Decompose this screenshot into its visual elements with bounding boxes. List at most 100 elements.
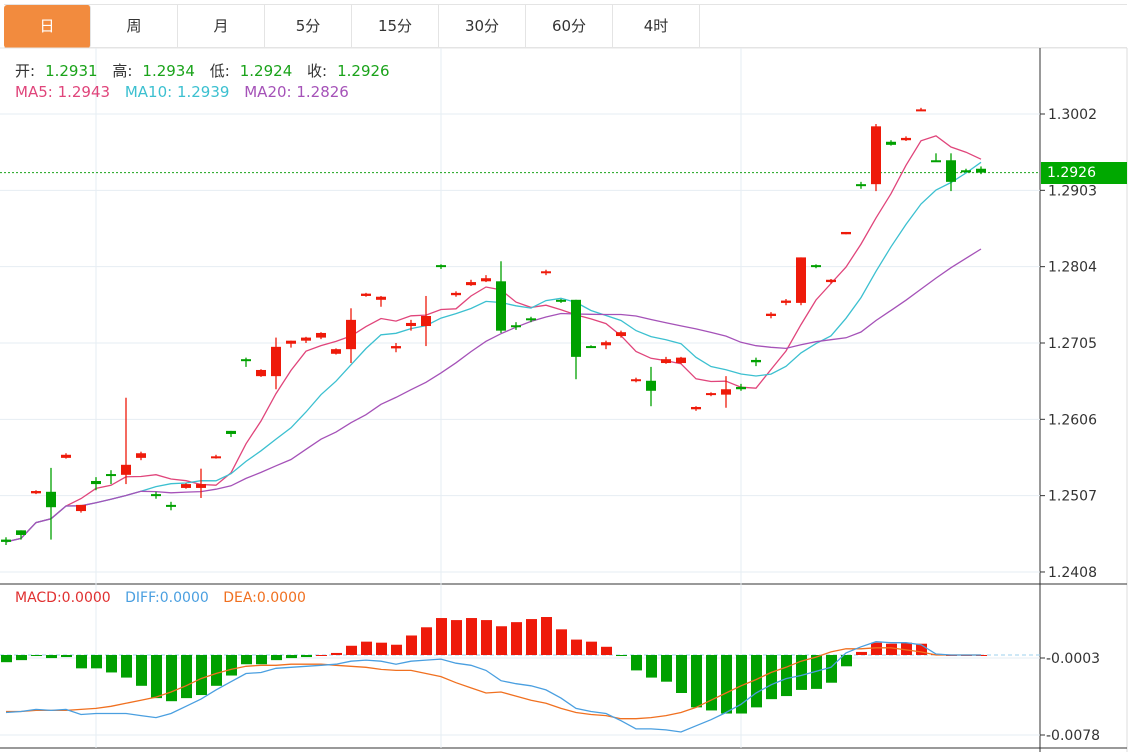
ma-legend: MA5: 1.2943 MA10: 1.2939 MA20: 1.2826 — [15, 83, 359, 101]
candle-body — [901, 137, 911, 141]
macd-bar — [301, 655, 312, 658]
macd-bar — [256, 655, 267, 665]
candle-body — [571, 299, 581, 357]
candle-body — [886, 141, 896, 145]
low-value: 1.2924 — [239, 62, 293, 80]
macd-bar — [451, 620, 462, 655]
candle-down — [241, 357, 251, 367]
macd-bar — [631, 655, 642, 671]
y-tick-label: 1.2507 — [1048, 489, 1097, 505]
candle-up — [916, 107, 926, 112]
candle-body — [586, 346, 596, 349]
candle-body — [121, 464, 131, 475]
candle-up — [286, 340, 296, 348]
macd-bar — [856, 651, 867, 655]
macd-bar — [376, 642, 387, 655]
low-label: 低: — [209, 62, 230, 80]
macd-bar — [601, 646, 612, 655]
candle-body — [871, 126, 881, 185]
candle-body — [331, 349, 341, 354]
macd-bar — [16, 655, 27, 661]
macd-bar — [121, 655, 132, 678]
macd-bar — [661, 655, 672, 682]
candle-up — [901, 136, 911, 141]
candle-body — [451, 292, 461, 296]
candle-up — [136, 451, 146, 461]
candle-down — [646, 366, 656, 407]
macd-bar — [481, 620, 492, 655]
candle-up — [346, 308, 356, 364]
diff-value: DIFF:0.0000 — [125, 590, 209, 606]
candle-up — [781, 299, 791, 306]
macd-bar — [886, 643, 897, 655]
candle-body — [916, 109, 926, 112]
high-label: 高: — [112, 62, 133, 80]
current-price-label: 1.2926 — [1041, 162, 1127, 184]
macd-bar — [91, 655, 102, 669]
macd-bar — [406, 635, 417, 655]
candle-body — [496, 281, 506, 331]
macd-bar — [361, 641, 372, 655]
candle-body — [151, 494, 161, 497]
candle-body — [661, 359, 671, 364]
macd-bar — [46, 655, 57, 659]
macd-bar — [721, 655, 732, 714]
macd-bar — [511, 622, 522, 655]
ma20-line — [5, 248, 982, 543]
macd-bar — [436, 618, 447, 655]
macd-bar — [271, 655, 282, 661]
candle-down — [526, 316, 536, 323]
close-label: 收: — [307, 62, 328, 80]
candle-body — [646, 380, 656, 391]
candle-up — [841, 231, 851, 235]
candle-up — [421, 295, 431, 347]
candle-down — [571, 299, 581, 380]
candle-down — [16, 530, 26, 540]
candle-down — [586, 345, 596, 349]
macd-bar — [331, 652, 342, 655]
macd-bar — [556, 629, 567, 655]
ohlc-legend: 开: 1.2931 高: 1.2934 低: 1.2924 收: 1.2926 — [15, 60, 400, 81]
candle-down — [226, 430, 236, 438]
candle-body — [526, 318, 536, 321]
candle-body — [301, 337, 311, 341]
candle-down — [931, 153, 941, 163]
candle-down — [886, 140, 896, 146]
candle-down — [166, 501, 176, 511]
candle-body — [61, 454, 71, 458]
candle-body — [136, 453, 146, 458]
y-tick-label: 1.2606 — [1048, 412, 1097, 428]
candle-body — [376, 296, 386, 300]
macd-bar — [226, 655, 237, 676]
candle-body — [766, 313, 776, 317]
candle-body — [436, 265, 446, 268]
candle-up — [391, 342, 401, 353]
candle-body — [481, 278, 491, 282]
candle-down — [736, 383, 746, 391]
candle-up — [691, 406, 701, 411]
candle-up — [481, 275, 491, 283]
macd-y-tick-label: -0.0003 — [1046, 651, 1100, 667]
ma10-line — [5, 161, 982, 543]
dea-value: DEA:0.0000 — [223, 590, 306, 606]
kline-chart[interactable]: 1.3002 1.2903 1.2804 1.2705 1.2606 1.2507 1.24… — [0, 0, 1136, 752]
candle-body — [241, 359, 251, 362]
candle-body — [361, 293, 371, 296]
candle-up — [706, 392, 716, 397]
candle-body — [211, 456, 221, 459]
candle-body — [856, 184, 866, 187]
y-tick-label: 1.2408 — [1048, 565, 1097, 581]
high-value: 1.2934 — [142, 62, 195, 80]
candle-body — [796, 257, 806, 303]
ma10-value: MA10: 1.2939 — [124, 83, 230, 101]
candle-up — [871, 124, 881, 192]
macd-bar — [526, 619, 537, 655]
macd-bar — [646, 655, 657, 678]
macd-bar — [1, 655, 12, 663]
candle-up — [121, 397, 131, 485]
candle-body — [31, 491, 41, 494]
candle-body — [391, 346, 401, 349]
candle-body — [271, 346, 281, 377]
macd-bar — [151, 655, 162, 699]
close-value: 1.2926 — [337, 62, 390, 80]
